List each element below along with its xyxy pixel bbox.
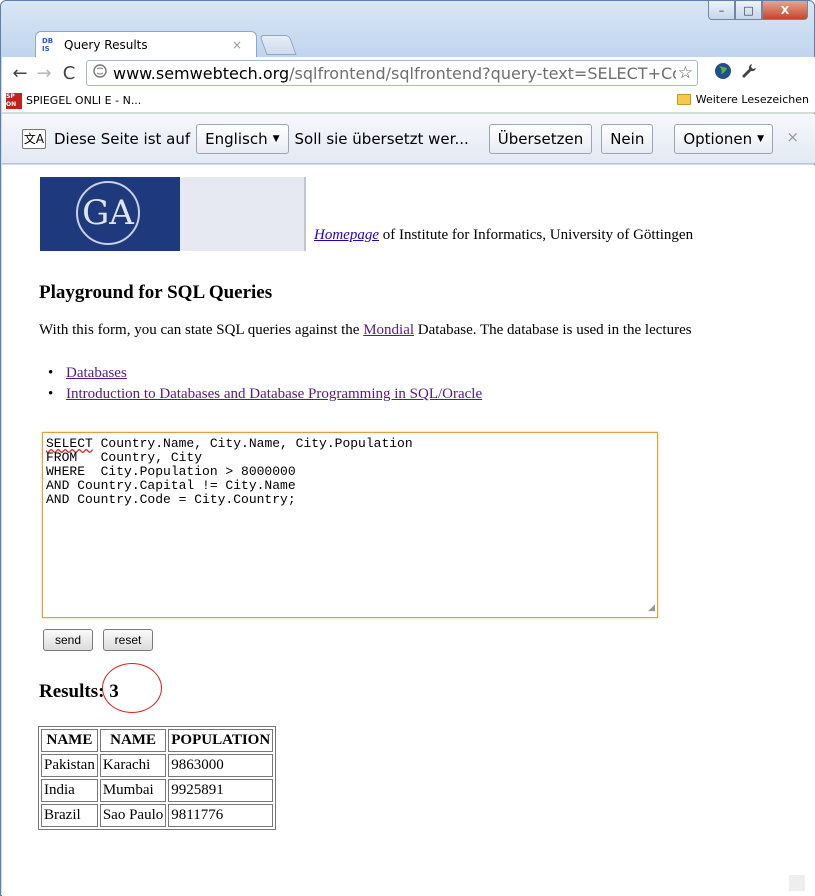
browser-toolbar: ← → C www.semwebtech.org/sqlfrontend/sql… [2,57,815,89]
table-cell: India [41,779,98,802]
minimize-button[interactable]: – [708,1,735,20]
url-host: www.semwebtech.org [113,63,290,83]
translate-icon: 文A [22,128,46,149]
mondial-link[interactable]: Mondial [363,322,414,338]
seal-icon: GA [76,181,140,245]
tab-query-results[interactable]: DB IS Query Results × [35,31,257,57]
list-item: Databases [48,365,482,382]
column-header: POPULATION [168,729,274,752]
spellcheck-word: SELECT [46,436,93,451]
table-cell: Karachi [99,754,167,777]
bookmark-star-icon[interactable]: ☆ [675,63,693,83]
translate-button[interactable]: Übersetzen [488,123,593,154]
translate-infobar: 文A Diese Seite ist auf Englisch ▼ Soll s… [2,114,815,164]
back-arrow-icon[interactable]: ← [8,63,32,84]
page-content: GA Homepage of Institute for Informatics… [2,165,815,896]
page-title: Playground for SQL Queries [39,282,273,303]
no-button[interactable]: Nein [601,123,654,154]
bookmark-spiegel[interactable]: SPIEGEL ONLI E - N... [26,94,141,107]
other-bookmarks-label: Weitere Lesezeichen [695,93,809,106]
bookmarks-bar: SP ON SPIEGEL ONLI E - N... Weitere Lese… [2,89,815,113]
tab-title: Query Results [64,37,148,52]
options-button[interactable]: Optionen ▼ [674,123,774,154]
tab-close-icon[interactable]: × [232,38,242,52]
annotation-circle [102,663,162,713]
infobar-close-icon[interactable]: × [786,128,799,146]
translate-question: Soll sie übersetzt wer... [294,129,469,148]
spiegel-favicon-icon: SP ON [6,92,22,109]
column-header: NAME [99,729,167,752]
table-cell: Pakistan [41,754,98,777]
send-button[interactable]: send [43,629,93,651]
close-window-button[interactable]: X [762,1,808,20]
results-table: NAME NAME POPULATION Pakistan Karachi 98… [38,726,277,830]
sql-query-textarea[interactable]: SELECT Country.Name, City.Name, City.Pop… [42,432,658,618]
scroll-corner [789,875,805,891]
institute-header: GA [40,177,306,251]
options-label: Optionen [683,129,753,148]
intro-databases-link[interactable]: Introduction to Databases and Database P… [66,386,482,402]
forward-arrow-icon[interactable]: → [32,63,56,84]
query-first-line: Country.Name, City.Name, City.Population [92,436,413,451]
wrench-icon[interactable] [736,63,762,83]
databases-link[interactable]: Databases [66,365,127,381]
homepage-link[interactable]: Homepage [314,227,379,243]
header-caption-text: of Institute for Informatics, University… [378,227,694,243]
table-cell: 9811776 [168,804,274,827]
chevron-down-icon: ▼ [272,133,280,144]
table-row: India Mumbai 9925891 [41,779,274,802]
maximize-button[interactable]: □ [735,1,762,20]
window-controls: – □ X [708,1,808,21]
browser-window: – □ X DB IS Query Results × ← → C www.se… [0,0,815,896]
folder-icon [676,94,691,105]
database-favicon-icon: DB IS [42,36,54,53]
url-path: /sqlfrontend/sqlfrontend?query-text=SELE… [289,63,693,83]
university-logo: GA [40,177,180,251]
list-item: Introduction to Databases and Database P… [48,386,482,403]
table-cell: 9863000 [168,754,274,777]
bookmark-spiegel-label: SPIEGEL ONLI [26,94,102,107]
table-row: Pakistan Karachi 9863000 [41,754,274,777]
intro-before: With this form, you can state SQL querie… [39,322,364,338]
translate-prefix: Diese Seite ist auf [54,129,191,148]
logo-background [180,177,306,251]
reload-icon[interactable]: C [56,63,82,84]
table-cell: Mumbai [99,779,167,802]
address-bar[interactable]: www.semwebtech.org/sqlfrontend/sqlfronte… [86,60,698,86]
other-bookmarks[interactable]: Weitere Lesezeichen [676,93,809,106]
chevron-down-icon: ▼ [757,133,765,144]
language-select[interactable]: Englisch ▼ [196,123,289,154]
intro-after: Database. The database is used in the le… [414,322,692,338]
table-header-row: NAME NAME POPULATION [41,729,274,752]
reset-button[interactable]: reset [103,629,153,651]
resize-grip-icon[interactable]: ◢ [648,601,655,615]
intro-paragraph: With this form, you can state SQL querie… [39,322,692,339]
header-caption: Homepage of Institute for Informatics, U… [314,227,693,244]
page-info-icon[interactable] [93,64,107,82]
table-cell: Sao Paulo [99,804,167,827]
lecture-links: Databases Introduction to Databases and … [48,365,482,407]
table-cell: 9925891 [168,779,274,802]
query-text: FROM Country, City WHERE City.Population… [46,450,296,507]
page-action-icon[interactable] [710,62,736,84]
language-select-label: Englisch [205,129,268,148]
table-cell: Brazil [41,804,98,827]
column-header: NAME [41,729,98,752]
table-row: Brazil Sao Paulo 9811776 [41,804,274,827]
bookmark-spiegel-suffix: E - N... [104,94,142,107]
